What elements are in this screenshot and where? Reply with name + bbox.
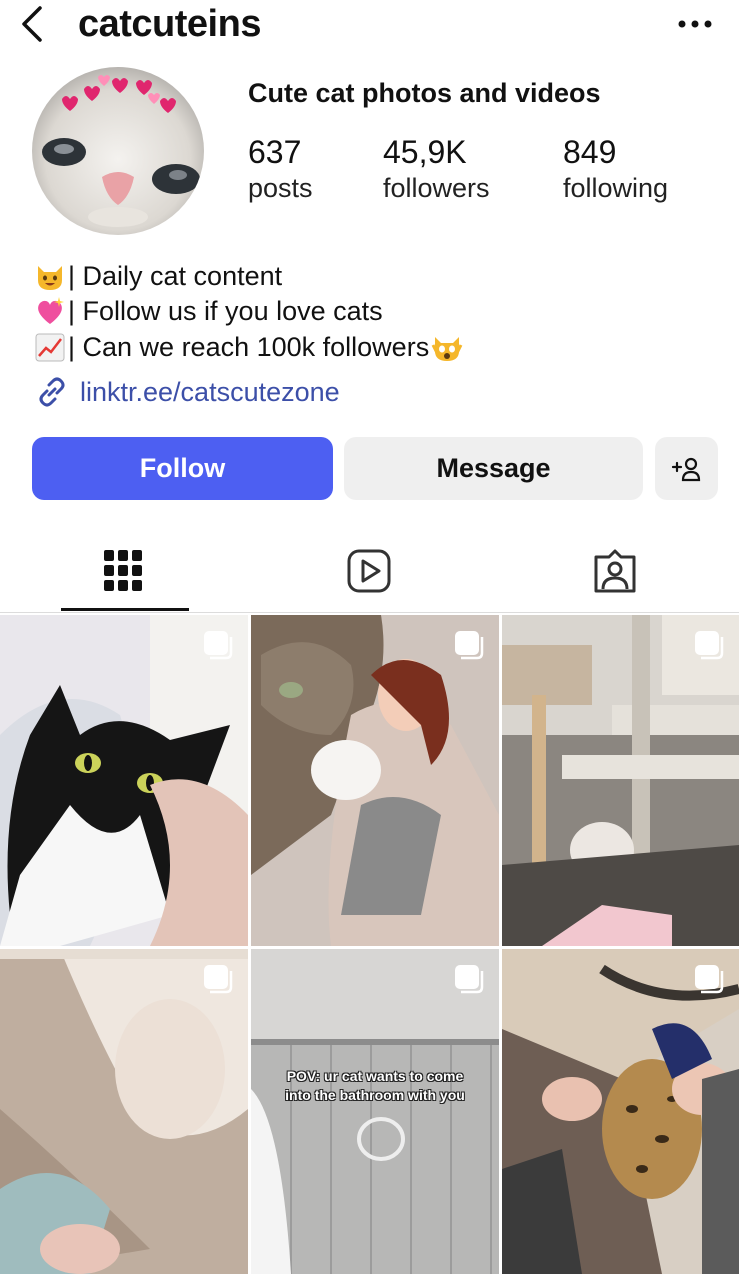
post-caption: POV: ur cat wants to come into the bathr… [251,1067,499,1105]
bio-text: | Daily cat content [68,261,283,291]
followers-count[interactable]: 45,9K followers [383,134,490,204]
bio-line: | Daily cat content [34,259,282,293]
profile-display-name: Cute cat photos and videos [248,78,601,108]
grid-post-bathroom[interactable]: POV: ur cat wants to come into the bathr… [251,949,499,1274]
stat-value: 637 [248,134,302,170]
tab-reels[interactable] [246,530,492,612]
weary-cat-emoji [431,337,463,361]
grid-post-tuxedo-cat[interactable] [0,615,248,946]
carousel-icon [695,965,724,994]
tabs-divider [0,612,739,613]
bio-line: | Follow us if you love cats [34,294,383,328]
carousel-icon [204,631,233,660]
smiling-cat-emoji [38,266,62,290]
caption-line: into the bathroom with you [285,1087,465,1103]
tab-posts-grid[interactable] [0,530,246,612]
link-icon [39,377,65,407]
back-button[interactable] [14,4,50,44]
carousel-icon [455,965,484,994]
bio-text: | Follow us if you love cats [68,296,383,326]
stat-value: 45,9K [383,134,467,170]
bio-link[interactable]: linktr.ee/catscutezone [34,374,340,410]
grid-post-cat-tree[interactable] [502,615,739,946]
link-text: linktr.ee/catscutezone [80,376,340,407]
add-person-icon [671,457,700,481]
more-horizontal-icon [678,20,712,28]
following-count[interactable]: 849 following [563,134,668,204]
bio-text: | Can we reach 100k followers [68,332,430,362]
chart-increasing-emoji [35,333,65,362]
carousel-icon [455,631,484,660]
reels-icon [347,549,391,593]
posts-count[interactable]: 637 posts [248,134,313,204]
follow-button[interactable]: Follow [32,437,333,500]
stat-label: posts [248,173,313,203]
caption-line: POV: ur cat wants to come [286,1068,464,1084]
bio-line: | Can we reach 100k followers [34,330,465,364]
tab-tagged[interactable] [492,530,738,612]
chevron-left-icon [22,6,42,42]
stat-label: following [563,173,669,203]
tagged-person-icon [594,549,636,593]
grid-post-cat-with-doll[interactable] [251,615,499,946]
carousel-icon [695,631,724,660]
sparkling-heart-emoji [38,297,64,324]
profile-username: catcuteins [78,3,261,45]
message-button[interactable]: Message [344,437,643,500]
stat-value: 849 [563,134,617,170]
grid-post-bengal-cat[interactable] [502,949,739,1274]
stat-label: followers [383,173,490,203]
grid-post-cat-paw[interactable] [0,949,248,1274]
more-options-button[interactable] [670,6,720,42]
carousel-icon [204,965,233,994]
suggest-users-button[interactable] [655,437,718,500]
grid-icon [104,550,142,591]
active-tab-indicator [61,608,189,611]
avatar[interactable] [32,67,204,235]
